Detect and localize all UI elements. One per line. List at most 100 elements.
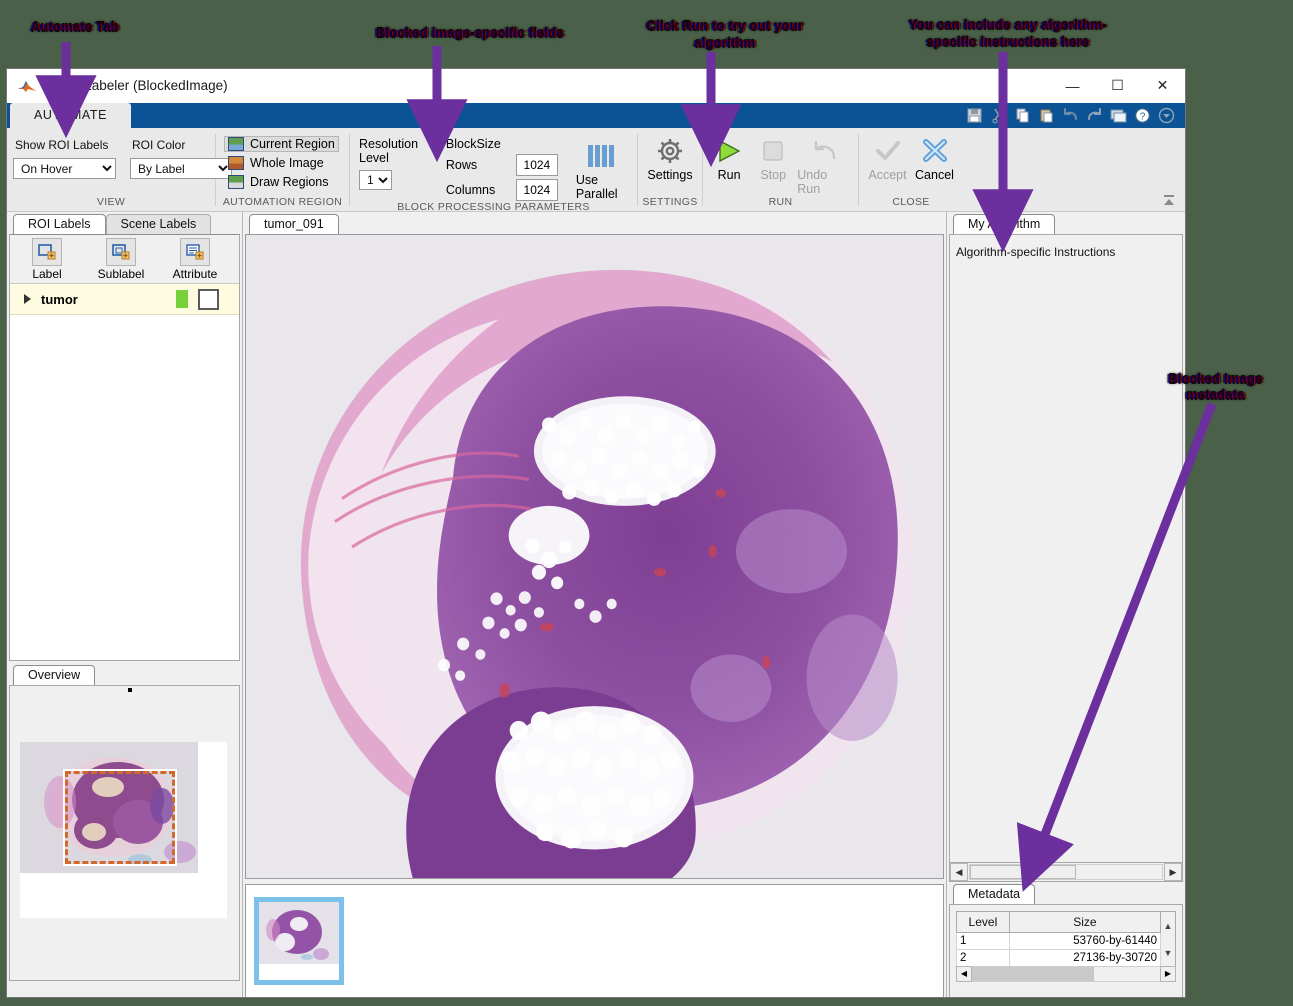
sublabel-icon: [106, 238, 136, 266]
left-panel: ROI Labels Scene Labels Label: [7, 212, 243, 998]
layout-icon[interactable]: [1107, 105, 1129, 126]
accept-button[interactable]: Accept: [865, 132, 910, 182]
table-row[interactable]: 2 27136-by-30720: [957, 950, 1161, 967]
metadata-scroll-up-button[interactable]: ▲: [1161, 912, 1175, 939]
undo-run-button[interactable]: Undo Run: [797, 132, 852, 196]
current-region-icon: [228, 137, 244, 151]
window-controls: — ☐ ✕: [1050, 69, 1185, 102]
automation-region-whole-image[interactable]: Whole Image: [224, 155, 339, 171]
title-bar: Image Labeler (BlockedImage) — ☐ ✕: [7, 69, 1185, 103]
group-label-close: CLOSE: [859, 196, 963, 211]
collapse-ribbon-button[interactable]: [1161, 194, 1177, 208]
expand-chevron-icon[interactable]: [24, 294, 31, 304]
run-button[interactable]: Run: [709, 132, 749, 182]
annotation-blocked-image-fields: Blocked image-specific fields: [372, 25, 568, 41]
scroll-left-button[interactable]: ◀: [950, 863, 968, 881]
tab-roi-labels[interactable]: ROI Labels: [13, 214, 106, 234]
matlab-logo-icon: [17, 78, 35, 94]
scroll-track[interactable]: [969, 864, 1163, 880]
cut-icon[interactable]: [987, 105, 1009, 126]
attribute-tool-label: Attribute: [173, 267, 218, 281]
rows-caption: Rows: [446, 158, 508, 172]
roi-label-name: tumor: [41, 292, 78, 307]
metadata-col-level[interactable]: Level: [957, 912, 1010, 933]
copy-icon[interactable]: [1011, 105, 1033, 126]
metadata-horizontal-scrollbar[interactable]: ◀ ▶: [956, 966, 1176, 981]
paste-icon[interactable]: [1035, 105, 1057, 126]
ribbon-group-view: Show ROI Labels On Hover ROI Color By La…: [7, 128, 215, 211]
run-label: Run: [718, 168, 741, 182]
metadata-vertical-scrollbar[interactable]: ▲ ▼: [1161, 911, 1176, 967]
left-panel-tabs: ROI Labels Scene Labels: [7, 212, 242, 234]
roi-label-row-tumor[interactable]: tumor: [10, 284, 239, 315]
save-icon[interactable]: [963, 105, 985, 126]
overview-roi-rectangle[interactable]: [65, 771, 175, 864]
metadata-table: Level Size 1 53760-by-61440 2: [956, 911, 1161, 967]
tab-overview[interactable]: Overview: [13, 665, 95, 685]
tab-my-algorithm[interactable]: My Algorithm: [953, 214, 1055, 234]
minimize-button[interactable]: —: [1050, 69, 1095, 102]
image-canvas[interactable]: [245, 234, 944, 879]
stop-button[interactable]: Stop: [753, 132, 793, 182]
rows-input[interactable]: [516, 154, 558, 176]
use-parallel-button[interactable]: Use Parallel: [576, 137, 631, 201]
undo-run-label: Undo Run: [797, 168, 852, 196]
roi-label-checkbox[interactable]: [198, 289, 219, 310]
scroll-thumb[interactable]: [970, 865, 1076, 879]
algorithm-tabs: My Algorithm: [947, 212, 1185, 234]
annotation-run-line2: algorithm: [640, 35, 810, 51]
algorithm-horizontal-scrollbar[interactable]: ◀ ▶: [949, 863, 1183, 882]
cancel-x-icon: [921, 136, 949, 166]
group-label-run: RUN: [703, 196, 858, 211]
overview-grip[interactable]: [128, 688, 132, 692]
metadata-scroll-right-button[interactable]: ▶: [1160, 966, 1176, 982]
columns-input[interactable]: [516, 179, 558, 201]
tab-metadata[interactable]: Metadata: [953, 884, 1035, 904]
tab-scene-labels[interactable]: Scene Labels: [106, 214, 212, 234]
sublabel-tool[interactable]: Sublabel: [84, 238, 158, 281]
redo-icon[interactable]: [1083, 105, 1105, 126]
show-roi-labels-select[interactable]: On Hover: [13, 158, 116, 179]
whole-image-icon: [228, 156, 244, 170]
table-row[interactable]: 1 53760-by-61440: [957, 933, 1161, 950]
scroll-right-button[interactable]: ▶: [1164, 863, 1182, 881]
settings-button[interactable]: Settings: [644, 132, 696, 182]
group-label-settings: SETTINGS: [638, 196, 702, 211]
close-button[interactable]: ✕: [1140, 69, 1185, 102]
label-tool[interactable]: Label: [10, 238, 84, 281]
undo-icon[interactable]: [1059, 105, 1081, 126]
metadata-hscroll-thumb[interactable]: [972, 967, 1094, 981]
use-parallel-icon: [586, 141, 620, 171]
cancel-button[interactable]: Cancel: [912, 132, 957, 182]
resolution-level-select[interactable]: 1: [359, 170, 392, 190]
gear-icon: [656, 136, 684, 166]
metadata-scroll-left-button[interactable]: ◀: [956, 966, 972, 982]
accept-label: Accept: [868, 168, 906, 182]
overview-frame[interactable]: [9, 685, 240, 981]
more-icon[interactable]: [1155, 105, 1177, 126]
tab-image-tumor-091[interactable]: tumor_091: [249, 214, 339, 234]
stop-label: Stop: [760, 168, 786, 182]
current-region-label: Current Region: [250, 137, 335, 151]
metadata-header-row: Level Size: [957, 912, 1161, 933]
automation-region-current-region[interactable]: Current Region: [224, 136, 339, 152]
right-panel: My Algorithm Algorithm-specific Instruct…: [946, 212, 1185, 998]
tab-automate[interactable]: AUTOMATE: [10, 103, 131, 128]
settings-label: Settings: [647, 168, 692, 182]
stop-icon: [760, 136, 786, 166]
attribute-tool[interactable]: Attribute: [158, 238, 232, 281]
ribbon-group-run: Run Stop Undo Run RUN: [703, 128, 858, 211]
metadata-hscroll-track[interactable]: [972, 966, 1160, 982]
ribbon-group-block-processing: Resolution Level 1 BlockSize Rows Column…: [350, 128, 637, 211]
thumbnail-tumor-091[interactable]: [254, 897, 344, 985]
metadata-col-size[interactable]: Size: [1009, 912, 1160, 933]
roi-label-color-swatch[interactable]: [176, 290, 188, 308]
histology-image: [246, 235, 943, 878]
automation-region-draw-regions[interactable]: Draw Regions: [224, 174, 339, 190]
help-icon[interactable]: ?: [1131, 105, 1153, 126]
metadata-scroll-down-button[interactable]: ▼: [1161, 939, 1175, 966]
maximize-button[interactable]: ☐: [1095, 69, 1140, 102]
app-window: Image Labeler (BlockedImage) — ☐ ✕ AUTOM…: [6, 68, 1186, 998]
group-label-automation-region: AUTOMATION REGION: [216, 196, 349, 211]
main-body: ROI Labels Scene Labels Label: [7, 212, 1185, 998]
